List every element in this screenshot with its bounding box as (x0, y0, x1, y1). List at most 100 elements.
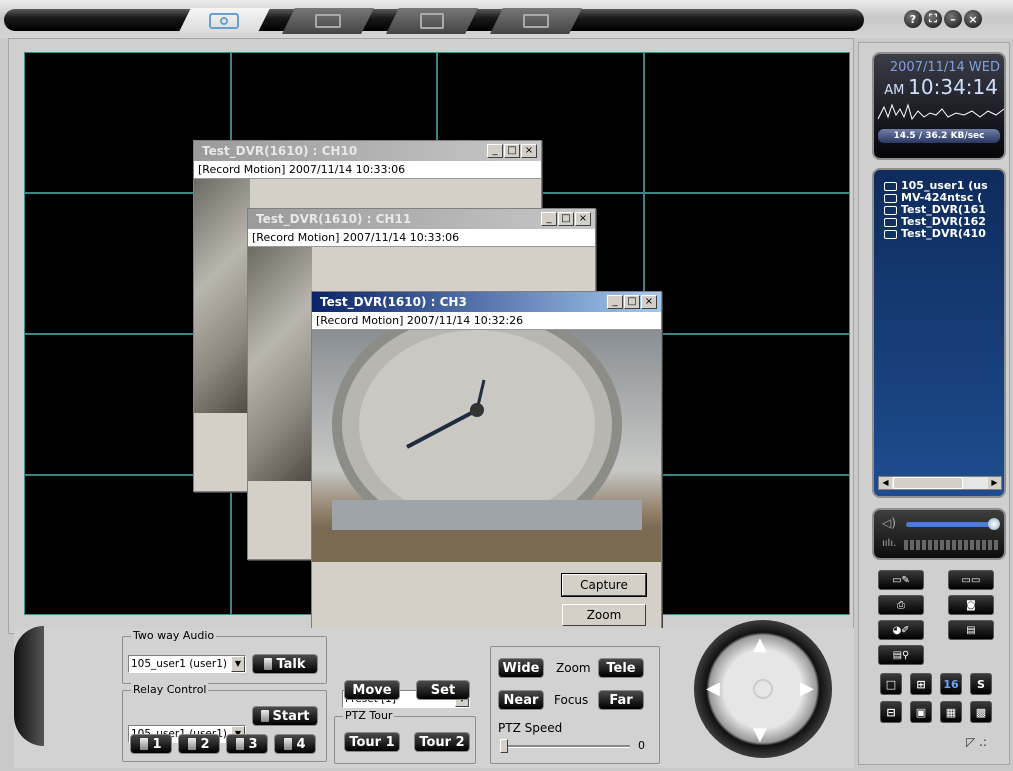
device-item[interactable]: Test_DVR(161 (884, 204, 1004, 216)
snapshot-button[interactable]: ◙ (948, 595, 994, 615)
camera-icon: ◙ (966, 599, 976, 611)
clock-time-row: AM 10:34:14 (874, 75, 1004, 99)
volume-slider[interactable] (906, 522, 994, 527)
led-icon (140, 738, 149, 750)
ptz-speed-slider[interactable] (502, 745, 630, 748)
save-button[interactable]: ▤ (948, 620, 994, 640)
led-icon (260, 710, 269, 722)
minimize-window-button[interactable]: _ (487, 144, 503, 158)
capture-button[interactable]: Capture (561, 573, 647, 597)
color-adjust-button[interactable]: ◕✐ (878, 620, 924, 640)
zoom-tele-button[interactable]: Tele (598, 658, 644, 678)
relay-label: 3 (248, 736, 258, 752)
led-icon (236, 738, 245, 750)
focus-far-button[interactable]: Far (598, 690, 644, 710)
video-feed (312, 330, 661, 562)
maximize-button[interactable]: ⛶ (924, 10, 942, 28)
relay-4-button[interactable]: 4 (274, 734, 316, 754)
device-list[interactable]: 105_user1 (us MV-424ntsc ( Test_DVR(161 … (872, 168, 1006, 498)
preset-set-button[interactable]: Set (416, 680, 470, 700)
audio-device-value: 105_user1 (user1) (131, 658, 227, 670)
window-title-text: Test_DVR(1610) : CH11 (256, 212, 412, 226)
resize-grip-icon[interactable]: ◸ .: (966, 735, 996, 753)
close-button[interactable]: × (964, 10, 982, 28)
device-item[interactable]: Test_DVR(162 (884, 216, 1004, 228)
camera-window-title[interactable]: Test_DVR(1610) : CH3 _ □ × (312, 292, 661, 312)
camera-window-title[interactable]: Test_DVR(1610) : CH10 _ □ × (194, 141, 541, 161)
dvr-icon (884, 229, 897, 239)
record-button[interactable]: ▭✎ (878, 570, 924, 590)
print-button[interactable]: ⎙ (878, 595, 924, 615)
layout-8-button[interactable]: ▣ (910, 701, 932, 723)
window-title-text: Test_DVR(1610) : CH3 (320, 295, 467, 309)
led-icon (264, 658, 273, 670)
sequence-button[interactable]: S (970, 673, 992, 695)
minimize-icon: – (950, 12, 956, 26)
ptz-left-icon[interactable]: ◀ (706, 678, 720, 699)
layout-16-button[interactable]: 16 (940, 673, 962, 695)
layout-4-button[interactable]: ⊞ (910, 673, 932, 695)
device-items: 105_user1 (us MV-424ntsc ( Test_DVR(161 … (874, 170, 1004, 240)
camera-eye-icon (209, 13, 239, 29)
ptz-direction-pad[interactable]: ▲ ▼ ◀ ▶ (694, 620, 832, 758)
tab-setup[interactable] (490, 8, 582, 34)
zoom-wide-button[interactable]: Wide (498, 658, 544, 678)
minimize-window-button[interactable]: _ (607, 295, 623, 309)
camera-window-ch3[interactable]: Test_DVR(1610) : CH3 _ □ × [Record Motio… (311, 291, 662, 644)
ptz-down-icon[interactable]: ▼ (753, 724, 767, 745)
layout-1-button[interactable]: □ (880, 673, 902, 695)
minimize-window-button[interactable]: _ (541, 212, 557, 226)
tab-live-view[interactable] (178, 8, 270, 34)
scroll-left-icon[interactable]: ◀ (879, 477, 892, 489)
speaker-icon: ◁) (882, 516, 896, 530)
grid-6-icon: ⊟ (886, 705, 896, 719)
audio-device-select[interactable]: 105_user1 (user1) ▼ (128, 655, 246, 673)
device-item[interactable]: MV-424ntsc ( (884, 192, 1004, 204)
focus-near-button[interactable]: Near (498, 690, 544, 710)
minimize-button[interactable]: – (944, 10, 962, 28)
tab-search[interactable] (282, 8, 374, 34)
horizontal-scrollbar[interactable]: ◀ ▶ (878, 476, 1002, 490)
relay-3-button[interactable]: 3 (226, 734, 268, 754)
search-log-button[interactable]: ▤⚲ (878, 645, 924, 665)
audio-level-meter (904, 540, 998, 550)
zoom-button[interactable]: Zoom (562, 604, 646, 626)
device-item[interactable]: 105_user1 (us (884, 180, 1004, 192)
volume-slider-thumb[interactable] (988, 518, 1000, 530)
layout-9-button[interactable]: ▦ (940, 701, 962, 723)
layout-13-button[interactable]: ▩ (970, 701, 992, 723)
close-window-button[interactable]: × (521, 144, 537, 158)
video-feed (248, 247, 312, 481)
device-item[interactable]: Test_DVR(410 (884, 228, 1004, 240)
close-window-button[interactable]: × (641, 295, 657, 309)
scrollbar-thumb[interactable] (893, 477, 963, 489)
ptz-center-button[interactable] (753, 679, 773, 699)
ptz-up-icon[interactable]: ▲ (753, 634, 767, 655)
talk-button[interactable]: Talk (252, 654, 318, 674)
relay-control-legend: Relay Control (131, 683, 209, 696)
device-label: 105_user1 (us (901, 180, 988, 192)
panel-edge (14, 626, 44, 746)
help-icon: ? (909, 12, 917, 26)
help-button[interactable]: ? (904, 10, 922, 28)
ptz-speed-thumb[interactable] (500, 739, 508, 753)
maximize-window-button[interactable]: □ (504, 144, 520, 158)
preset-move-button[interactable]: Move (344, 680, 400, 700)
close-window-button[interactable]: × (575, 212, 591, 226)
relay-1-button[interactable]: 1 (130, 734, 172, 754)
relay-2-button[interactable]: 2 (178, 734, 220, 754)
tour-2-button[interactable]: Tour 2 (414, 732, 470, 752)
grid-9-icon: ▦ (945, 705, 957, 719)
layout-6-button[interactable]: ⊟ (880, 701, 902, 723)
scroll-right-icon[interactable]: ▶ (988, 477, 1001, 489)
ptz-right-icon[interactable]: ▶ (800, 678, 814, 699)
palette-icon: ◕✐ (892, 624, 910, 636)
search-document-icon: ▤⚲ (892, 649, 910, 661)
tour-1-button[interactable]: Tour 1 (344, 732, 400, 752)
camera-window-title[interactable]: Test_DVR(1610) : CH11 _ □ × (248, 209, 595, 229)
relay-start-button[interactable]: Start (252, 706, 318, 726)
tab-remote[interactable] (386, 8, 478, 34)
maximize-window-button[interactable]: □ (558, 212, 574, 226)
playback-button[interactable]: ▭▭ (948, 570, 994, 590)
maximize-window-button[interactable]: □ (624, 295, 640, 309)
